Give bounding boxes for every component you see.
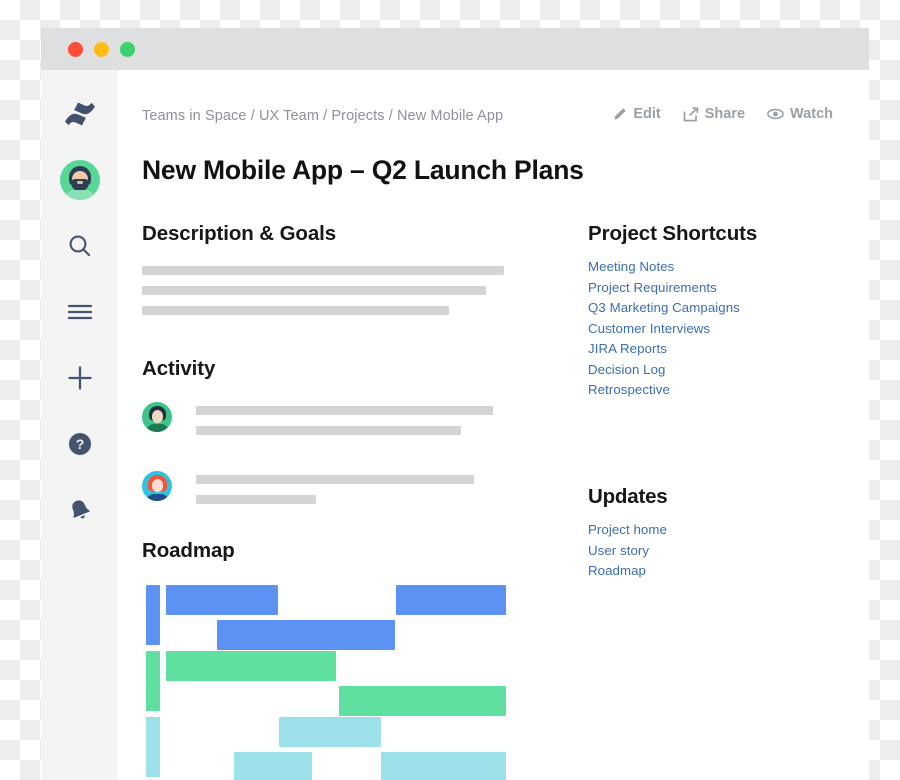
placeholder-line — [196, 495, 316, 504]
placeholder-line — [196, 426, 461, 435]
share-button[interactable]: Share — [683, 106, 745, 122]
placeholder-line — [196, 406, 493, 415]
sidebar-item-create[interactable] — [58, 358, 102, 402]
browser-window: ? Teams in Space / UX Team / Projects / … — [41, 28, 869, 780]
updates-section: Updates Project home User story Roadmap — [588, 485, 835, 578]
roadmap-group-cyan — [142, 717, 532, 780]
placeholder-line — [142, 286, 486, 295]
placeholder-line — [142, 306, 449, 315]
roadmap-group-green — [142, 651, 532, 717]
description-placeholder — [142, 266, 532, 315]
description-heading: Description & Goals — [142, 222, 337, 245]
sidebar-item-menu[interactable] — [58, 292, 102, 336]
search-icon — [67, 233, 93, 264]
roadmap-bar[interactable] — [234, 752, 312, 780]
activity-item[interactable] — [142, 470, 532, 515]
shortcut-link[interactable]: JIRA Reports — [588, 341, 835, 356]
shortcut-link[interactable]: Q3 Marketing Campaigns — [588, 300, 835, 315]
roadmap-bar[interactable] — [279, 717, 381, 747]
bell-icon — [67, 497, 93, 528]
maximize-window-button[interactable] — [120, 41, 135, 57]
sidebar-item-confluence-logo[interactable] — [58, 94, 102, 138]
roadmap-bar[interactable] — [339, 686, 506, 716]
roadmap-group-marker — [146, 717, 160, 777]
right-sidebar: Project Shortcuts Meeting Notes Project … — [588, 222, 835, 780]
edit-label: Edit — [633, 106, 661, 122]
share-label: Share — [704, 106, 746, 122]
help-icon: ? — [68, 432, 92, 461]
page-title: New Mobile App – Q2 Launch Plans — [142, 155, 584, 185]
activity-placeholder — [196, 401, 532, 446]
watch-label: Watch — [790, 106, 833, 122]
hamburger-menu-icon — [67, 302, 93, 327]
updates-heading: Updates — [588, 485, 668, 508]
activity-placeholder — [196, 470, 532, 515]
roadmap-group-marker — [146, 585, 160, 645]
watch-button[interactable]: Watch — [767, 106, 833, 122]
main-column: Description & Goals Activity Roadmap — [142, 222, 532, 780]
confluence-logo-icon — [63, 99, 97, 134]
activity-list — [142, 401, 532, 515]
close-window-button[interactable] — [68, 41, 83, 57]
roadmap-bar[interactable] — [381, 752, 506, 780]
sidebar-item-notifications[interactable] — [58, 490, 102, 534]
placeholder-line — [196, 475, 474, 484]
activity-heading: Activity — [142, 357, 216, 380]
shortcut-link[interactable]: Project Requirements — [588, 280, 835, 295]
breadcrumb[interactable]: Teams in Space / UX Team / Projects / Ne… — [142, 106, 503, 124]
share-icon — [683, 106, 699, 122]
pencil-icon — [612, 107, 627, 122]
project-shortcuts-list: Meeting Notes Project Requirements Q3 Ma… — [588, 259, 835, 397]
updates-list: Project home User story Roadmap — [588, 522, 835, 578]
update-link[interactable]: Project home — [588, 522, 835, 537]
minimize-window-button[interactable] — [94, 41, 109, 57]
sidebar-item-help[interactable]: ? — [58, 424, 102, 468]
roadmap-bar[interactable] — [166, 585, 278, 615]
update-link[interactable]: Roadmap — [588, 563, 835, 578]
roadmap-chart — [142, 585, 532, 780]
roadmap-group-blue — [142, 585, 532, 651]
shortcut-link[interactable]: Decision Log — [588, 362, 835, 377]
window-titlebar — [41, 28, 869, 70]
edit-button[interactable]: Edit — [612, 106, 661, 122]
avatar-icon — [59, 160, 100, 200]
app-sidebar: ? — [41, 70, 118, 780]
shortcut-link[interactable]: Meeting Notes — [588, 259, 835, 274]
placeholder-line — [142, 266, 504, 275]
content-columns: Description & Goals Activity Roadmap Pro… — [142, 222, 835, 780]
shortcut-link[interactable]: Customer Interviews — [588, 321, 835, 336]
roadmap-heading: Roadmap — [142, 539, 235, 562]
project-shortcuts-heading: Project Shortcuts — [588, 222, 758, 245]
roadmap-group-marker — [146, 651, 160, 711]
eye-icon — [767, 108, 784, 120]
page-content: Teams in Space / UX Team / Projects / Ne… — [118, 70, 869, 780]
sidebar-item-search[interactable] — [58, 226, 102, 270]
content-topbar: Teams in Space / UX Team / Projects / Ne… — [142, 106, 835, 124]
svg-text:?: ? — [75, 436, 84, 452]
plus-icon — [67, 365, 93, 396]
update-link[interactable]: User story — [588, 543, 835, 558]
shortcut-link[interactable]: Retrospective — [588, 382, 835, 397]
window-body: ? Teams in Space / UX Team / Projects / … — [41, 70, 869, 780]
roadmap-bar[interactable] — [396, 585, 506, 615]
page-actions: Edit Share Watch — [612, 106, 835, 122]
roadmap-bar[interactable] — [166, 651, 336, 681]
avatar — [142, 471, 172, 501]
activity-item[interactable] — [142, 401, 532, 446]
roadmap-bar[interactable] — [217, 620, 395, 650]
avatar — [142, 402, 172, 432]
sidebar-item-profile-avatar[interactable] — [58, 158, 102, 202]
